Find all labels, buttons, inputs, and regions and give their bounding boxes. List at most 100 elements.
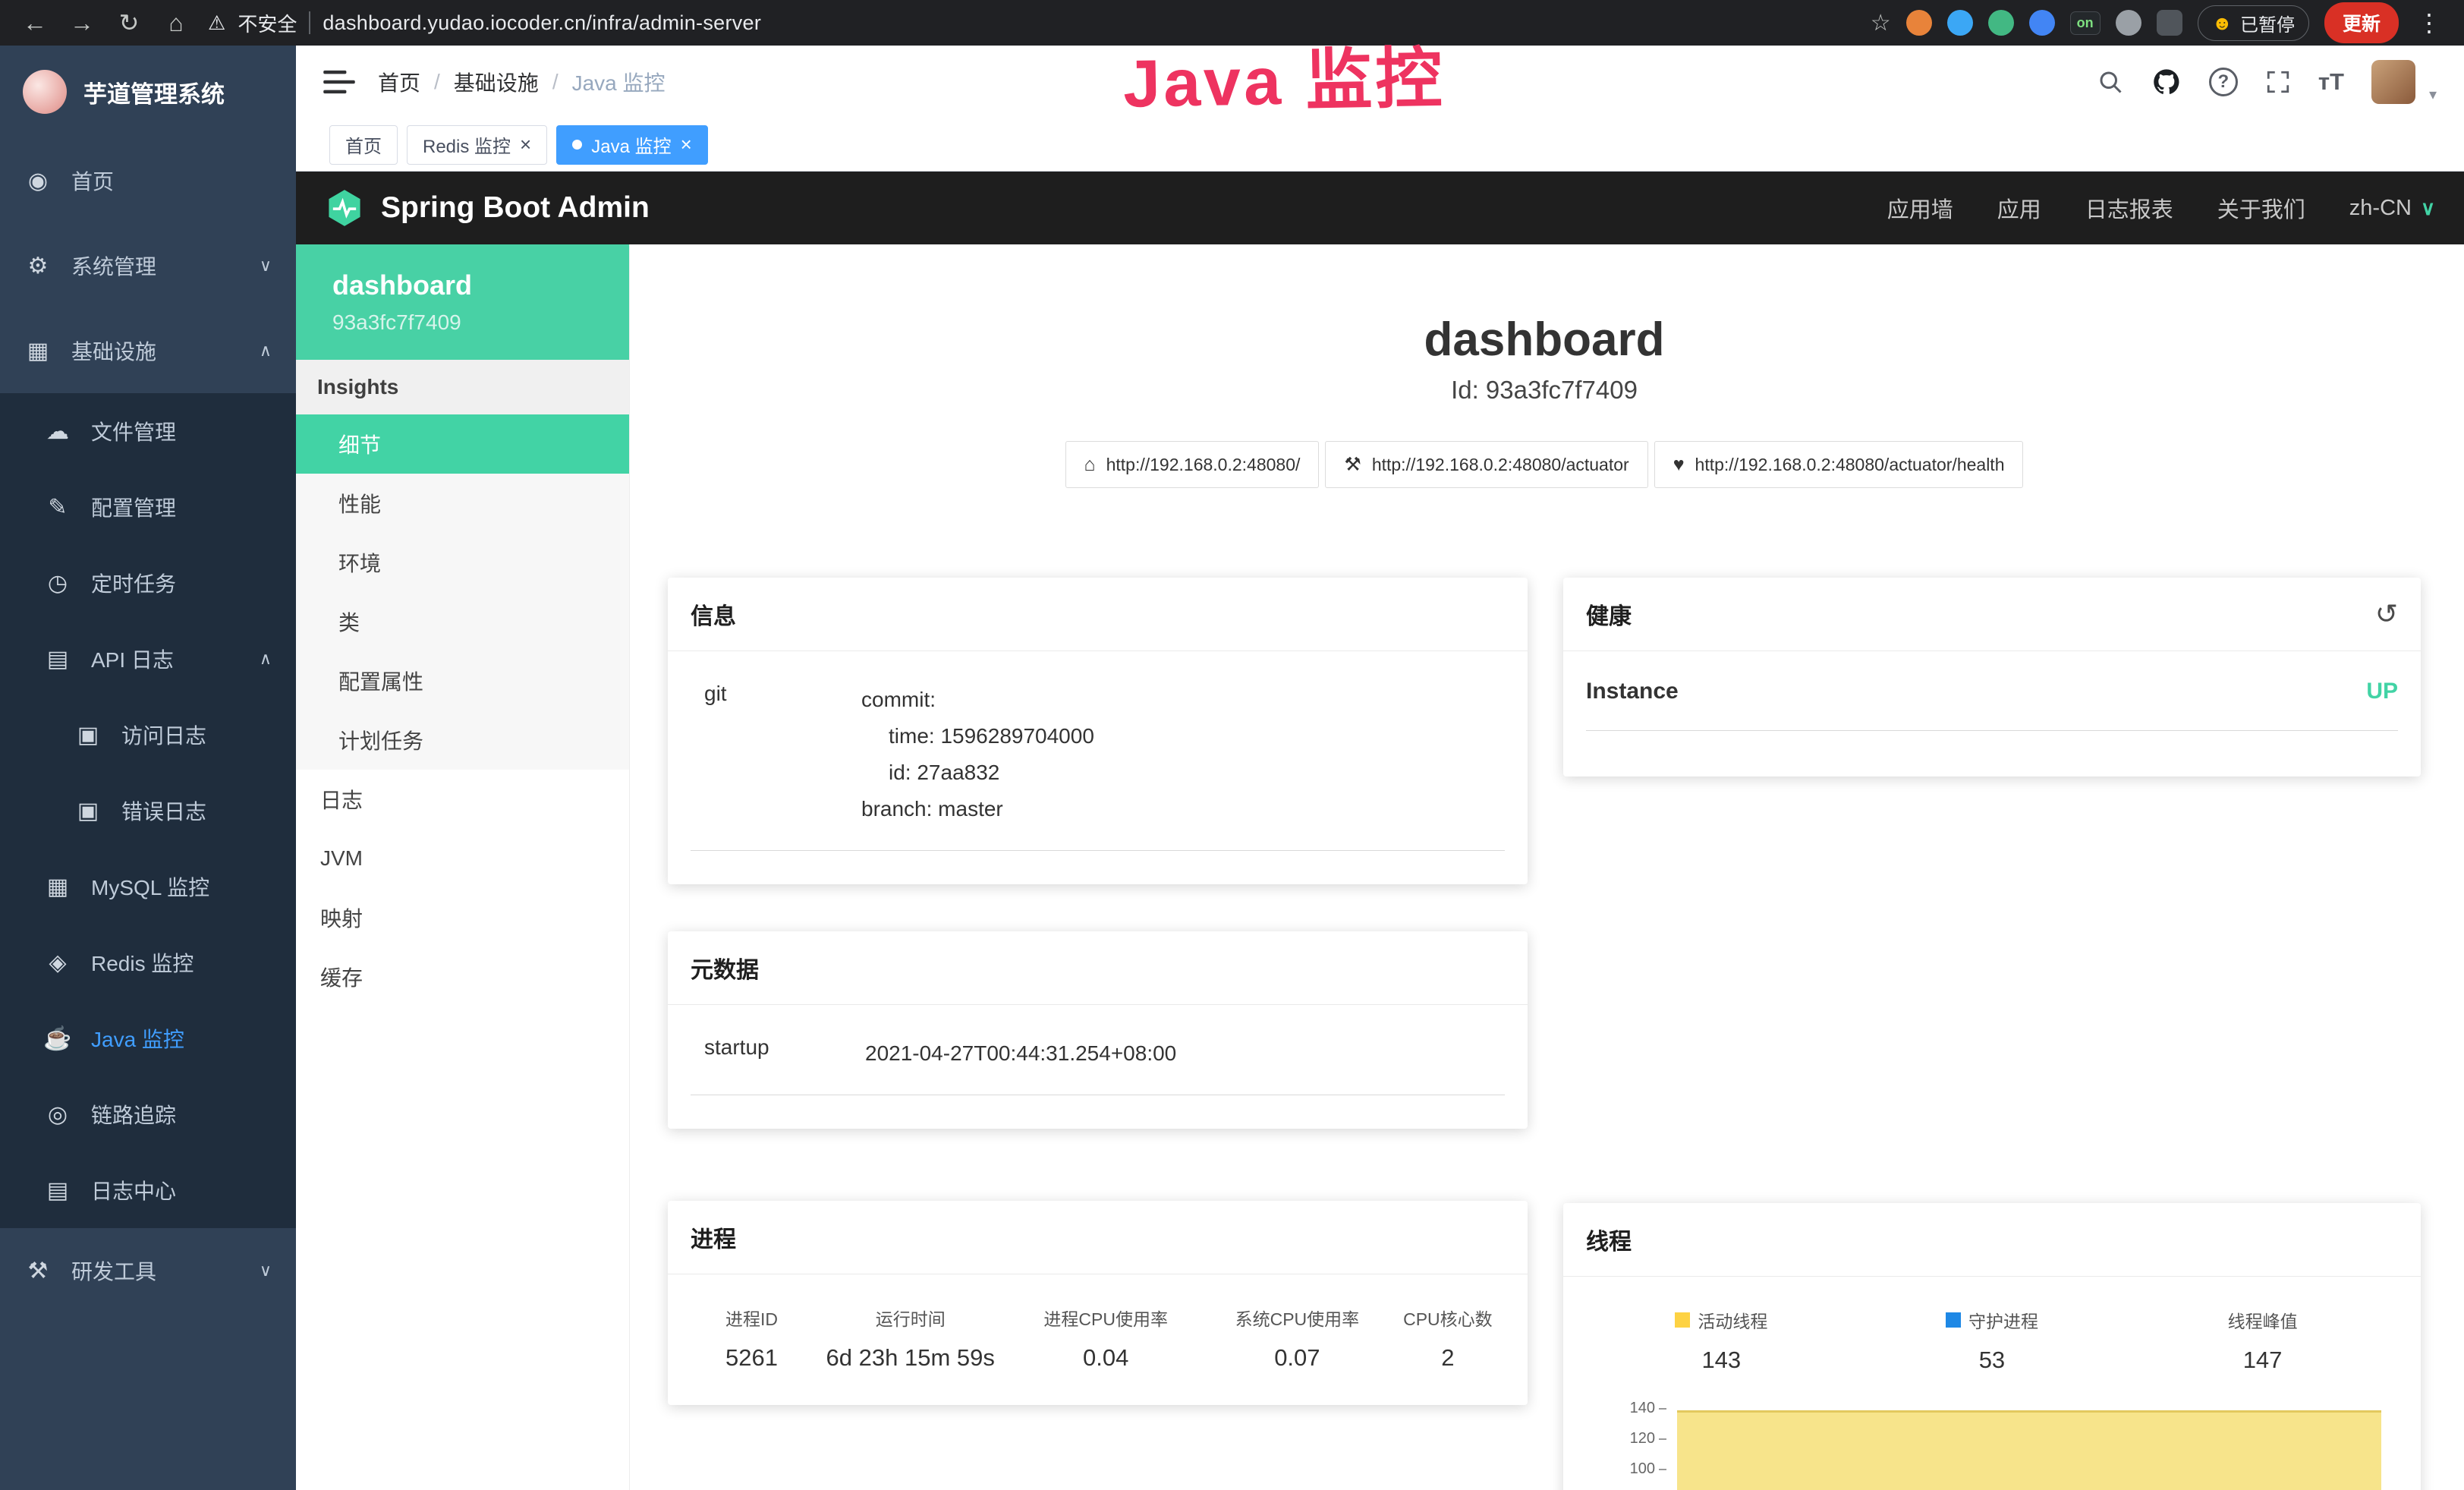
process-col-cpu: 进程CPU使用率 0.04 bbox=[1008, 1305, 1204, 1372]
sba-menu-scheduled-tasks[interactable]: 计划任务 bbox=[296, 710, 629, 770]
health-url-button[interactable]: ♥ http://192.168.0.2:48080/actuator/heal… bbox=[1654, 441, 2024, 488]
sidebar-item-dev-tools[interactable]: ⚒ 研发工具 ∨ bbox=[0, 1228, 296, 1313]
url-divider bbox=[309, 11, 310, 34]
extension-icon-4[interactable] bbox=[2116, 10, 2141, 36]
y-tick: 120 bbox=[1630, 1430, 1666, 1447]
tab-java-monitor[interactable]: Java 监控 × bbox=[556, 125, 708, 165]
yellow-square-icon bbox=[1675, 1312, 1690, 1328]
instance-id: 93a3fc7f7409 bbox=[332, 310, 593, 335]
sba-menu-performance[interactable]: 性能 bbox=[296, 474, 629, 533]
col-value: 6d 23h 15m 59s bbox=[813, 1344, 1009, 1372]
sidebar-item-log-center[interactable]: ▤ 日志中心 bbox=[0, 1152, 296, 1228]
spring-boot-admin: Spring Boot Admin 应用墙 应用 日志报表 关于我们 zh-CN… bbox=[296, 172, 2464, 1490]
chrome-update-button[interactable]: 更新 bbox=[2324, 2, 2399, 43]
actuator-url-button[interactable]: ⚒ http://192.168.0.2:48080/actuator bbox=[1325, 441, 1647, 488]
sba-menu-config-props[interactable]: 配置属性 bbox=[296, 651, 629, 710]
sba-navbar: Spring Boot Admin 应用墙 应用 日志报表 关于我们 zh-CN… bbox=[296, 172, 2464, 244]
sidebar-item-config-management[interactable]: ✎ 配置管理 bbox=[0, 469, 296, 545]
instance-header[interactable]: dashboard 93a3fc7f7409 bbox=[296, 244, 629, 360]
sidebar-item-error-logs[interactable]: ▣ 错误日志 bbox=[0, 773, 296, 849]
tab-redis-monitor[interactable]: Redis 监控 × bbox=[407, 125, 547, 165]
browser-toolbar-right: ☆ on ☻ 已暂停 更新 ⋮ bbox=[1871, 2, 2444, 43]
sba-sidebar: dashboard 93a3fc7f7409 Insights 细节 性能 环境… bbox=[296, 244, 630, 1490]
threads-card: 线程 活动线程 143 bbox=[1563, 1203, 2421, 1490]
sidebar-item-home[interactable]: ◉ 首页 bbox=[0, 138, 296, 223]
sidebar-item-redis-monitor[interactable]: ◈ Redis 监控 bbox=[0, 925, 296, 1000]
sidebar-item-file-management[interactable]: ☁ 文件管理 bbox=[0, 393, 296, 469]
bookmark-star-icon[interactable]: ☆ bbox=[1871, 10, 1891, 36]
cards-right-column: 健康 ↺ Instance UP bbox=[1563, 578, 2421, 1490]
search-icon[interactable] bbox=[2097, 68, 2124, 96]
sba-menu-caches[interactable]: 缓存 bbox=[296, 947, 629, 1006]
sba-nav-journal[interactable]: 日志报表 bbox=[2085, 192, 2173, 224]
col-value: 5261 bbox=[691, 1344, 813, 1372]
heart-icon: ♥ bbox=[1673, 454, 1685, 476]
back-icon[interactable]: ← bbox=[20, 9, 50, 37]
app-content: 首页 / 基础设施 / Java 监控 ? тT bbox=[296, 46, 2464, 1490]
security-label[interactable]: 不安全 bbox=[238, 9, 297, 37]
avatar-caret-icon[interactable]: ▾ bbox=[2429, 85, 2437, 104]
browser-home-icon[interactable]: ⌂ bbox=[161, 9, 191, 37]
sba-brand[interactable]: Spring Boot Admin bbox=[325, 188, 650, 228]
extension-icon-3[interactable] bbox=[2029, 10, 2055, 36]
hamburger-icon[interactable] bbox=[323, 69, 355, 95]
sidebar-item-trace[interactable]: ◎ 链路追踪 bbox=[0, 1076, 296, 1152]
url-text[interactable]: dashboard.yudao.iocoder.cn/infra/admin-s… bbox=[323, 11, 761, 35]
status-badge: UP bbox=[2366, 679, 2398, 704]
service-url-button[interactable]: ⌂ http://192.168.0.2:48080/ bbox=[1065, 441, 1320, 488]
sba-menu-environment[interactable]: 环境 bbox=[296, 533, 629, 592]
sidebar-label: 定时任务 bbox=[91, 568, 176, 598]
legend-live-threads: 活动线程 143 bbox=[1586, 1307, 1857, 1374]
y-tick: 140 bbox=[1630, 1400, 1666, 1417]
tab-label: Redis 监控 bbox=[423, 131, 511, 158]
breadcrumb-infrastructure[interactable]: 基础设施 bbox=[454, 67, 539, 97]
sba-nav-about[interactable]: 关于我们 bbox=[2217, 192, 2305, 224]
sidebar-item-java-monitor[interactable]: ☕ Java 监控 bbox=[0, 1000, 296, 1076]
vue-devtools-icon[interactable] bbox=[1988, 10, 2014, 36]
sidebar-item-mysql-monitor[interactable]: ▦ MySQL 监控 bbox=[0, 849, 296, 925]
fullscreen-icon[interactable] bbox=[2265, 69, 2291, 95]
sidebar-label: Redis 监控 bbox=[91, 947, 194, 978]
help-icon[interactable]: ? bbox=[2209, 68, 2238, 96]
browser-menu-icon[interactable]: ⋮ bbox=[2414, 8, 2444, 37]
forward-icon[interactable]: → bbox=[67, 9, 97, 37]
puzzle-extensions-icon[interactable] bbox=[2157, 10, 2182, 36]
reload-icon[interactable]: ↻ bbox=[114, 8, 144, 37]
sba-nav-applications[interactable]: 应用 bbox=[1997, 192, 2041, 224]
address-bar[interactable]: ⚠ 不安全 dashboard.yudao.iocoder.cn/infra/a… bbox=[208, 9, 1854, 37]
sba-locale-value: zh-CN bbox=[2349, 196, 2412, 221]
sba-menu-logfile[interactable]: 日志 bbox=[296, 770, 629, 829]
sba-menu-jvm[interactable]: JVM bbox=[296, 829, 629, 888]
gear-icon: ⚙ bbox=[23, 253, 53, 279]
history-icon[interactable]: ↺ bbox=[2375, 598, 2398, 630]
extension-icon-1[interactable] bbox=[1906, 10, 1932, 36]
sidebar-item-access-logs[interactable]: ▣ 访问日志 bbox=[0, 697, 296, 773]
file-icon: ☁ bbox=[42, 418, 73, 445]
redis-icon: ◈ bbox=[42, 950, 73, 976]
app-logo[interactable]: 芋道管理系统 bbox=[0, 46, 296, 138]
tab-home[interactable]: 首页 bbox=[329, 125, 398, 165]
user-avatar[interactable] bbox=[2371, 60, 2415, 104]
info-card: 信息 git commit: time: 1596289704000 id: 2… bbox=[668, 578, 1528, 884]
sidebar-item-scheduled-jobs[interactable]: ◷ 定时任务 bbox=[0, 545, 296, 621]
font-size-icon[interactable]: тT bbox=[2318, 68, 2344, 96]
sba-menu-mappings[interactable]: 映射 bbox=[296, 888, 629, 947]
switch-on-extension-icon[interactable]: on bbox=[2070, 11, 2101, 35]
cards-area: 信息 git commit: time: 1596289704000 id: 2… bbox=[668, 578, 2421, 1490]
close-icon[interactable]: × bbox=[520, 133, 531, 156]
sba-menu-classes[interactable]: 类 bbox=[296, 592, 629, 651]
sidebar-item-api-logs[interactable]: ▤ API 日志 ∧ bbox=[0, 621, 296, 697]
breadcrumb-home[interactable]: 首页 bbox=[378, 67, 420, 97]
breadcrumb-separator: / bbox=[552, 70, 559, 94]
chevron-down-icon: ∨ bbox=[2421, 197, 2435, 220]
sba-locale-select[interactable]: zh-CN ∨ bbox=[2349, 196, 2435, 221]
sba-menu-details[interactable]: 细节 bbox=[296, 414, 629, 474]
extension-icon-2[interactable] bbox=[1947, 10, 1973, 36]
sidebar-item-system-management[interactable]: ⚙ 系统管理 ∨ bbox=[0, 223, 296, 308]
sba-nav-wall[interactable]: 应用墙 bbox=[1887, 192, 1953, 224]
threads-chart: 140 120 100 bbox=[1586, 1400, 2398, 1490]
paused-badge[interactable]: ☻ 已暂停 bbox=[2198, 5, 2309, 41]
github-icon[interactable] bbox=[2151, 67, 2182, 97]
close-icon[interactable]: × bbox=[681, 133, 692, 156]
sidebar-item-infrastructure[interactable]: ▦ 基础设施 ∧ bbox=[0, 308, 296, 393]
